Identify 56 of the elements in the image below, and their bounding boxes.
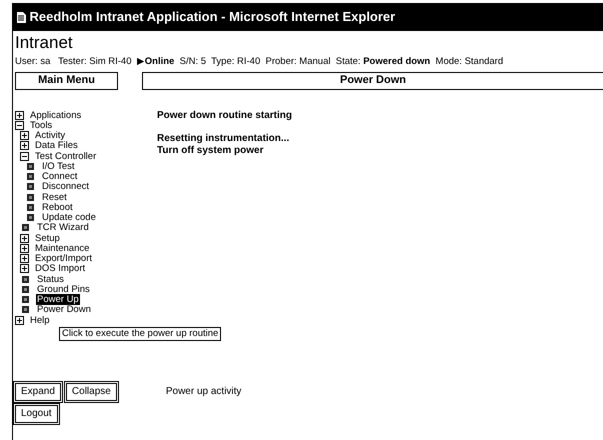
square-bullet-icon — [27, 162, 34, 170]
message-text: Turn off system power — [157, 145, 264, 158]
plus-box-icon[interactable] — [20, 254, 29, 264]
tree-item[interactable]: Test Controller — [34, 150, 98, 162]
tree-item[interactable]: Disconnect — [41, 181, 90, 192]
toolbar-button[interactable]: Expand — [15, 383, 61, 402]
tree-item[interactable]: Ground Pins — [36, 284, 91, 295]
window-title: Reedholm Intranet Application - Microsoft Internet Explorer — [30, 9, 396, 25]
square-bullet-icon — [22, 306, 29, 314]
tree-item[interactable]: Maintenance — [34, 242, 90, 254]
toolbar-button[interactable]: Collapse — [66, 383, 117, 402]
tree-item[interactable]: Status — [36, 274, 65, 285]
tree-item[interactable]: Activity — [34, 130, 66, 142]
square-bullet-icon — [22, 224, 29, 232]
tree-item[interactable]: Tools — [29, 120, 54, 131]
tree-item[interactable]: Power Up — [36, 294, 80, 306]
tree-item[interactable]: Reboot — [41, 202, 74, 213]
tree-item[interactable]: Update code — [41, 212, 97, 224]
tree-item[interactable]: Connect — [41, 171, 78, 182]
tree-item[interactable]: Help — [29, 314, 51, 326]
message-text: Resetting instrumentation... — [157, 133, 290, 146]
plus-box-icon[interactable] — [15, 316, 24, 325]
square-bullet-icon — [27, 194, 34, 201]
square-bullet-icon — [22, 276, 29, 283]
tree-item[interactable]: Reset — [41, 192, 68, 203]
tooltip: Click to execute the power up routine — [59, 327, 222, 341]
square-bullet-icon — [27, 173, 34, 180]
square-bullet-icon — [22, 296, 29, 304]
tree-item[interactable]: Applications — [29, 110, 82, 121]
status-info: User: sa Tester: Sim RI-40 ▶Online S/N: 5 Type: RI-40 Prober: Manual State: Powered down Mode: Standard — [15, 56, 504, 68]
square-bullet-icon — [22, 286, 29, 293]
page-title: Intranet — [15, 32, 74, 53]
square-bullet-icon — [27, 183, 34, 190]
tree-item[interactable]: DOS Import — [34, 263, 86, 274]
minus-box-icon[interactable] — [15, 120, 24, 130]
activity-label: Power up activity — [166, 386, 242, 398]
tree-item[interactable]: Data Files — [34, 140, 79, 152]
logout-button[interactable]: Logout — [15, 405, 58, 424]
message-text: Power down routine starting — [157, 110, 292, 122]
plus-box-icon[interactable] — [20, 244, 29, 253]
square-bullet-icon — [27, 204, 34, 211]
plus-box-icon[interactable] — [20, 131, 29, 140]
page-icon — [16, 10, 27, 24]
plus-box-icon[interactable] — [20, 234, 29, 243]
minus-box-icon[interactable] — [20, 152, 29, 161]
tree-item[interactable]: Export/Import — [34, 253, 94, 264]
plus-box-icon[interactable] — [20, 141, 29, 150]
main-menu-button[interactable]: Main Menu — [15, 72, 118, 90]
panel-title: Power Down — [142, 72, 603, 90]
plus-box-icon[interactable] — [20, 264, 29, 274]
plus-box-icon[interactable] — [15, 110, 24, 120]
tree-item[interactable]: Power Down — [36, 304, 92, 316]
square-bullet-icon — [27, 214, 34, 222]
tree-item[interactable]: TCR Wizard — [36, 222, 90, 234]
tree-item[interactable]: I/O Test — [41, 160, 76, 172]
tree-item[interactable]: Setup — [34, 232, 61, 244]
